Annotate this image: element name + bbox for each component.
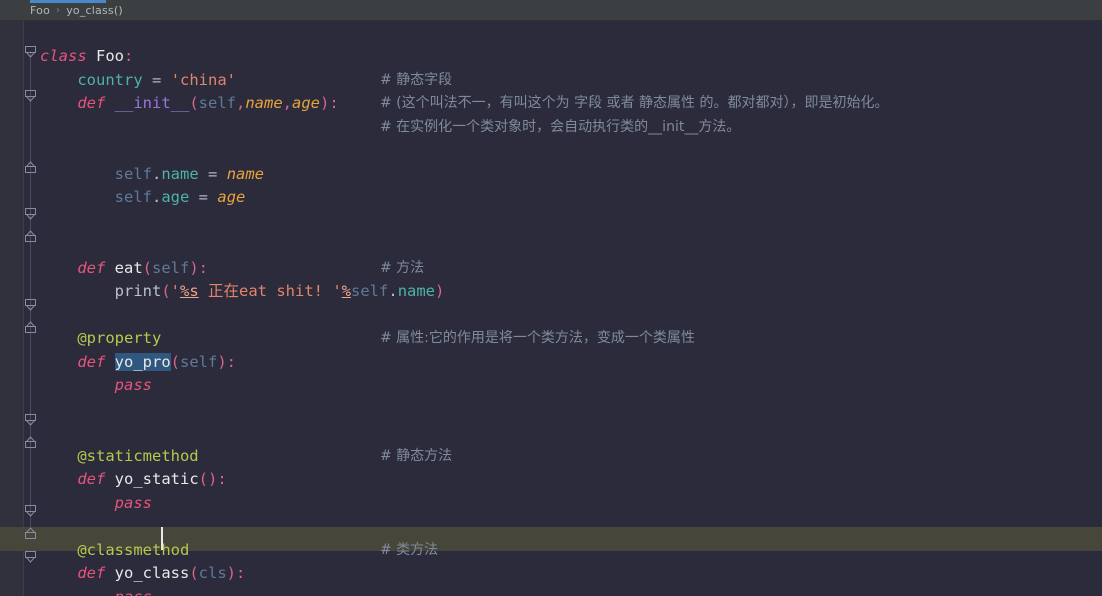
code-line[interactable]: pass (0, 492, 1102, 516)
code-line-text: def eat(self): (77, 258, 209, 277)
code-line[interactable]: @property # 属性:它的作用是将一个类方法，变成一个类属性 (0, 327, 1102, 351)
code-line[interactable]: # 在实例化一个类对象时，会自动执行类的__init__方法。 (0, 116, 1102, 140)
code-line[interactable]: def yo_pro(self): (0, 351, 1102, 375)
code-content[interactable]: class Foo: country = 'china' # 静态字段 def _… (0, 21, 1102, 596)
fold-collapse-icon[interactable] (24, 504, 37, 517)
code-comment: # 方法 (380, 259, 425, 276)
fold-expand-icon[interactable] (24, 230, 37, 243)
code-line-text: def yo_static(): (77, 470, 227, 488)
fold-collapse-icon[interactable] (24, 89, 37, 102)
code-line[interactable]: def __init__(self,name,age): # (这个叫法不一，有叫… (0, 92, 1102, 116)
code-line[interactable]: pass (0, 586, 1102, 596)
text-caret (161, 527, 163, 550)
code-line[interactable]: class Foo: (0, 45, 1102, 69)
code-line-text: self.name = name (114, 164, 265, 183)
code-line[interactable]: def eat(self): # 方法 (0, 257, 1102, 281)
code-line[interactable] (0, 139, 1102, 163)
breadcrumb-bar: Foo › yo_class() (0, 0, 1102, 21)
code-line-text: self.age = age (114, 188, 246, 206)
code-line[interactable] (0, 304, 1102, 328)
code-line-text: def yo_pro(self): (77, 352, 237, 371)
active-tab-indicator (30, 0, 106, 3)
code-line[interactable]: def yo_static(): (0, 468, 1102, 492)
breadcrumb-item-class[interactable]: Foo (30, 4, 50, 17)
code-line-text: def __init__(self,name,age): (77, 94, 339, 112)
fold-collapse-icon[interactable] (24, 550, 37, 563)
code-line[interactable]: print('%s 正在eat shit! '%self.name) (0, 280, 1102, 304)
code-line[interactable]: self.name = name (0, 163, 1102, 187)
code-line-text: pass (40, 586, 152, 596)
code-line[interactable] (0, 515, 1102, 539)
code-line[interactable]: country = 'china' # 静态字段 (0, 69, 1102, 93)
code-line-text: class Foo: (40, 47, 134, 65)
code-line-text: pass (114, 376, 152, 394)
code-line[interactable] (0, 233, 1102, 257)
code-line-text: country = 'china' (77, 70, 237, 89)
code-line[interactable]: @classmethod # 类方法 (0, 539, 1102, 563)
code-line-text: pass (114, 493, 152, 512)
code-line-text: def yo_class(cls): (77, 564, 246, 582)
fold-collapse-icon[interactable] (24, 45, 37, 58)
code-line[interactable] (0, 398, 1102, 422)
code-comment: # 静态方法 (380, 447, 453, 464)
fold-expand-icon[interactable] (24, 436, 37, 449)
breadcrumb-item-method[interactable]: yo_class() (66, 4, 123, 17)
code-line-text: @classmethod (77, 540, 190, 559)
code-line-text: print('%s 正在eat shit! '%self.name) (114, 282, 445, 300)
code-comment: # 类方法 (380, 541, 439, 558)
code-comment: # (这个叫法不一，有叫这个为 字段 或者 静态属性 的。都对都对），即是初始化… (380, 95, 889, 111)
code-editor[interactable]: class Foo: country = 'china' # 静态字段 def _… (0, 21, 1102, 596)
code-line-text: @staticmethod (77, 446, 199, 465)
fold-expand-icon[interactable] (24, 321, 37, 334)
breadcrumb: Foo › yo_class() (30, 4, 123, 17)
code-line[interactable]: pass (0, 374, 1102, 398)
code-line[interactable] (0, 421, 1102, 445)
fold-collapse-icon[interactable] (24, 207, 37, 220)
code-line-text: @property (77, 329, 162, 347)
fold-collapse-icon[interactable] (24, 298, 37, 311)
code-comment: # 属性:它的作用是将一个类方法，变成一个类属性 (380, 330, 695, 346)
code-comment: # 静态字段 (380, 71, 453, 88)
code-line[interactable]: self.age = age (0, 186, 1102, 210)
fold-collapse-icon[interactable] (24, 413, 37, 426)
code-line[interactable]: @staticmethod # 静态方法 (0, 445, 1102, 469)
fold-expand-icon[interactable] (24, 161, 37, 174)
code-line[interactable] (0, 210, 1102, 234)
breadcrumb-separator-icon: › (56, 4, 61, 16)
code-comment: # 在实例化一个类对象时，会自动执行类的__init__方法。 (380, 118, 741, 135)
code-line[interactable]: def yo_class(cls): (0, 562, 1102, 586)
fold-expand-icon[interactable] (24, 527, 37, 540)
